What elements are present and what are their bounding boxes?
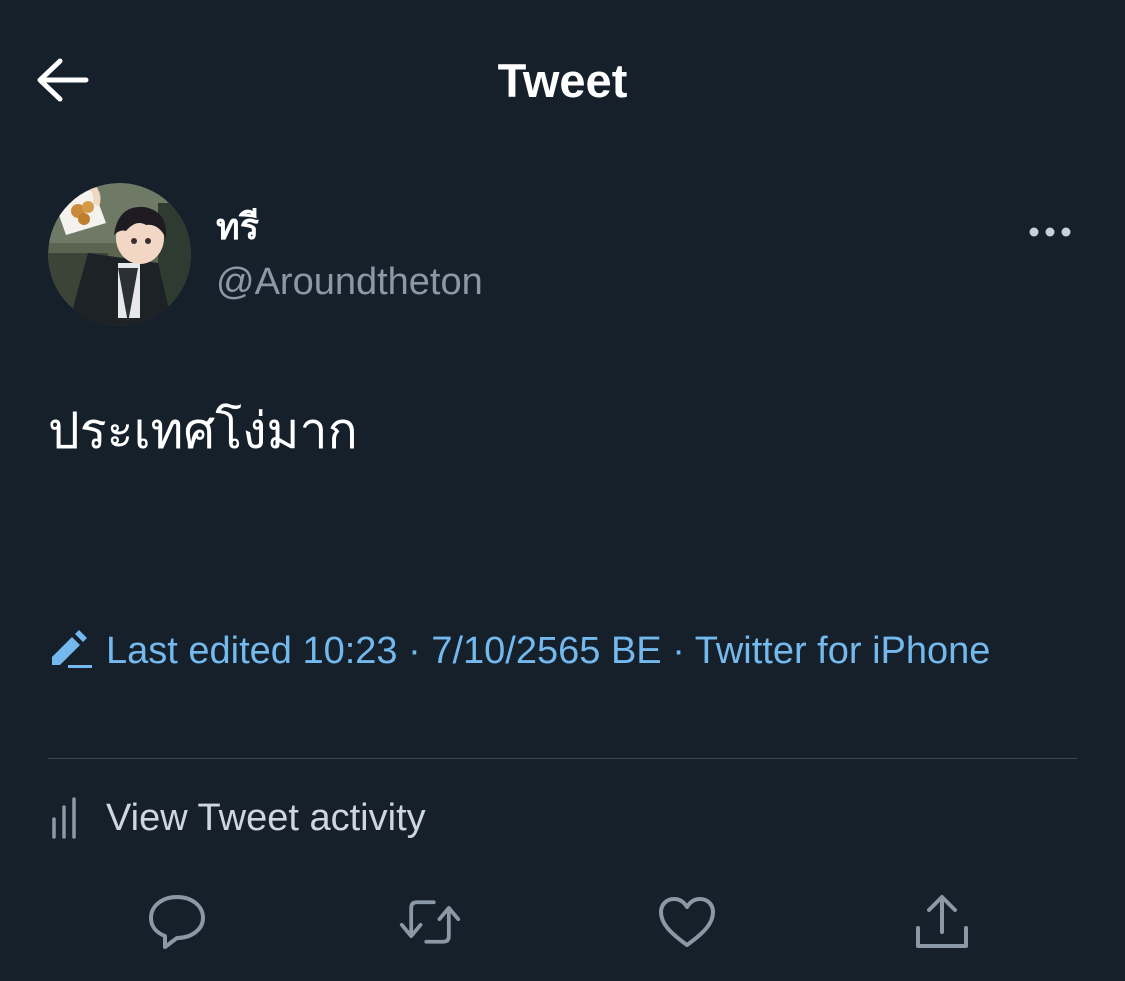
heart-icon	[659, 897, 715, 947]
share-button[interactable]	[910, 890, 974, 954]
avatar[interactable]	[48, 183, 191, 326]
page-title: Tweet	[497, 54, 628, 107]
tweet-action-bar	[0, 880, 1125, 960]
retweet-button[interactable]	[398, 890, 462, 954]
author-display-name[interactable]: ทรี	[216, 203, 259, 253]
reply-button[interactable]	[145, 890, 209, 954]
bar-chart-icon	[52, 797, 76, 839]
divider	[48, 758, 1077, 759]
tweet-text: ประเทศโง่มาก	[48, 402, 358, 460]
anime-character-avatar	[48, 183, 191, 326]
activity-label: View Tweet activity	[106, 796, 426, 839]
share-icon	[916, 895, 968, 948]
like-button[interactable]	[655, 890, 719, 954]
more-options-button[interactable]	[1022, 212, 1078, 252]
edit-history-text[interactable]: Last edited 10:23 · 7/10/2565 BE · Twitt…	[106, 630, 990, 672]
author-handle[interactable]: @Aroundtheton	[216, 258, 483, 306]
top-bar: Tweet	[0, 0, 1125, 160]
tweet-meta[interactable]: Last edited 10:23 · 7/10/2565 BE · Twitt…	[48, 628, 1028, 681]
retweet-icon	[399, 900, 461, 944]
pencil-icon	[48, 629, 94, 681]
more-horizontal-icon	[1029, 227, 1071, 237]
view-tweet-activity-button[interactable]: View Tweet activity	[48, 790, 426, 846]
reply-icon	[149, 895, 205, 949]
